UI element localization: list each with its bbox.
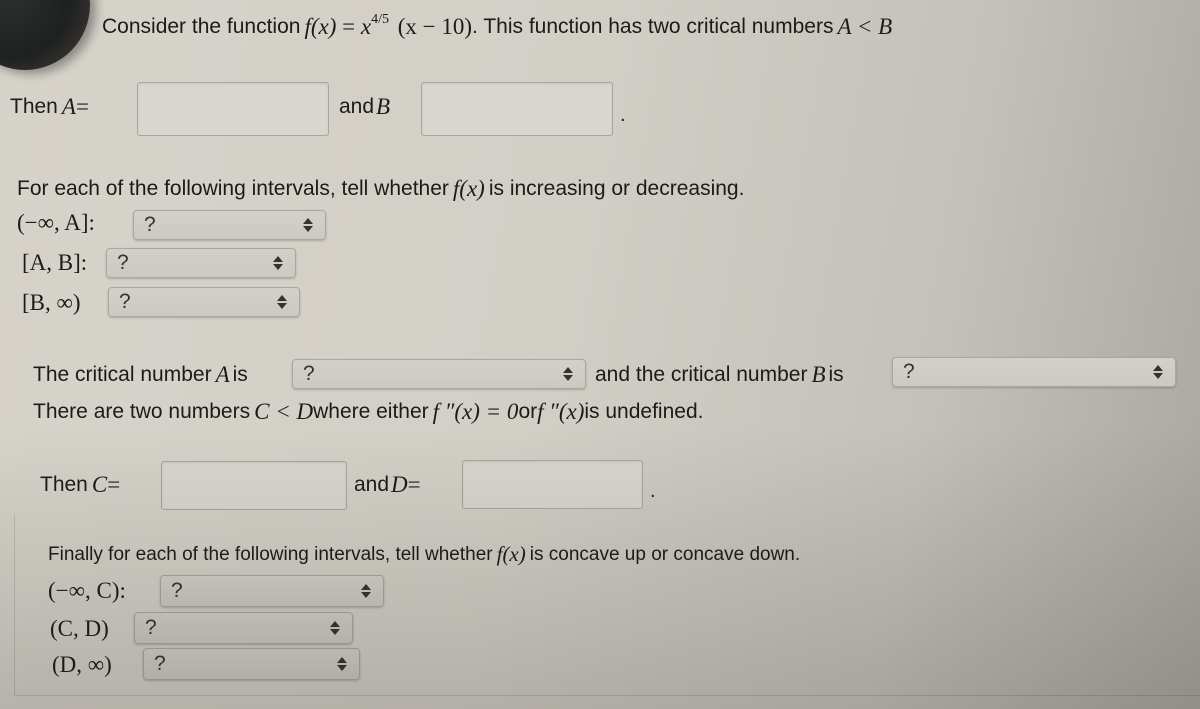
concavity-prompt: Finally for each of the following interv… (48, 542, 800, 567)
prompt-text-after: is increasing or decreasing. (488, 177, 745, 200)
function-lhs: f(x) (304, 14, 337, 39)
up-down-arrows-icon (275, 295, 289, 309)
up-down-arrows-icon (301, 218, 315, 232)
increasing-prompt: For each of the following intervals, tel… (17, 176, 744, 202)
prompt-text-after: is concave up or concave down. (529, 543, 801, 565)
or-text: or (518, 400, 538, 423)
var-b: B (811, 362, 826, 387)
selected-value: ? (154, 652, 166, 675)
function-base: x (360, 14, 372, 39)
concavity-interval-label-2: (C, D) (50, 616, 109, 641)
function-exponent: 4/5 (371, 12, 389, 28)
selected-value: ? (119, 290, 131, 313)
concavity-interval-label-3: (D, ∞) (52, 652, 112, 677)
var-d: D (391, 472, 408, 497)
critical-b-label: and the critical number B is (595, 362, 844, 388)
prompt-text: Finally for each of the following interv… (48, 543, 493, 565)
selected-value: ? (171, 579, 183, 602)
label-is: is (232, 363, 248, 386)
up-down-arrows-icon (335, 657, 349, 671)
statement-text: There are two numbers (33, 400, 251, 423)
second-derivative-zero: f ″(x) = 0 (432, 399, 519, 424)
concavity-select-3[interactable]: ? (143, 648, 360, 680)
intro-text-after: . This function has two critical numbers (472, 15, 834, 38)
selected-value: ? (303, 362, 315, 385)
then-label: Then (10, 95, 58, 118)
statement-text-after: is undefined. (584, 400, 704, 423)
up-down-arrows-icon (271, 256, 285, 270)
intro-text: Consider the function (102, 15, 301, 38)
c-label: Then C = (40, 472, 120, 498)
concavity-interval-label-1: (−∞, C): (48, 578, 126, 603)
statement-text-middle: where either (313, 400, 429, 423)
c-input[interactable] (161, 461, 347, 510)
then-label: Then (40, 473, 88, 496)
var-b: B (376, 94, 391, 119)
label-text: and the critical number (595, 363, 808, 386)
critical-b-select[interactable]: ? (892, 357, 1176, 387)
equals-sign: = (107, 472, 121, 497)
and-label: and (339, 95, 375, 118)
critical-a-label: The critical number A is (33, 362, 248, 388)
b-label: and B (339, 94, 390, 120)
var-a: A (215, 362, 230, 387)
up-down-arrows-icon (1151, 365, 1165, 379)
var-a: A (61, 94, 76, 119)
critical-a-select[interactable]: ? (292, 359, 586, 389)
prompt-function: f(x) (452, 176, 485, 201)
period: . (650, 480, 656, 502)
d-input[interactable] (462, 460, 643, 509)
increasing-select-2[interactable]: ? (106, 248, 296, 278)
equals-sign: = (407, 472, 421, 497)
increasing-select-1[interactable]: ? (133, 210, 326, 240)
increasing-select-3[interactable]: ? (108, 287, 300, 317)
prompt-text: For each of the following intervals, tel… (17, 177, 449, 200)
cd-inequality: C < D (254, 399, 314, 424)
b-input[interactable] (421, 82, 613, 136)
selected-value: ? (117, 251, 129, 274)
finger-obstruction (0, 0, 90, 70)
equals-sign: = (75, 94, 89, 119)
label-text: The critical number (33, 363, 212, 386)
interval-label-3: [B, ∞) (22, 290, 81, 315)
concavity-select-2[interactable]: ? (134, 612, 353, 644)
concavity-select-1[interactable]: ? (160, 575, 384, 607)
function-definition: f(x) = x4/5 (x − 10) (304, 12, 473, 40)
interval-label-2: [A, B]: (22, 250, 88, 275)
selected-value: ? (144, 213, 156, 236)
label-is: is (828, 363, 844, 386)
a-input[interactable] (137, 82, 329, 136)
second-derivative: f ″(x) (537, 399, 585, 424)
problem-statement: Consider the function f(x) = x4/5 (x − 1… (102, 12, 893, 40)
a-label: Then A = (10, 94, 89, 120)
critical-inequality: A < B (837, 14, 893, 39)
prompt-function: f(x) (496, 542, 526, 566)
var-c: C (91, 472, 108, 497)
d-label: and D = (354, 472, 421, 498)
selected-value: ? (903, 360, 915, 383)
and-label: and (354, 473, 390, 496)
up-down-arrows-icon (359, 584, 373, 598)
up-down-arrows-icon (561, 367, 575, 381)
period: . (620, 104, 626, 126)
interval-label-1: (−∞, A]: (17, 210, 95, 235)
cd-statement: There are two numbers C < D where either… (33, 399, 703, 425)
selected-value: ? (145, 616, 157, 639)
equals-sign: = (336, 14, 361, 39)
up-down-arrows-icon (328, 621, 342, 635)
function-factor: (x − 10) (397, 14, 473, 39)
